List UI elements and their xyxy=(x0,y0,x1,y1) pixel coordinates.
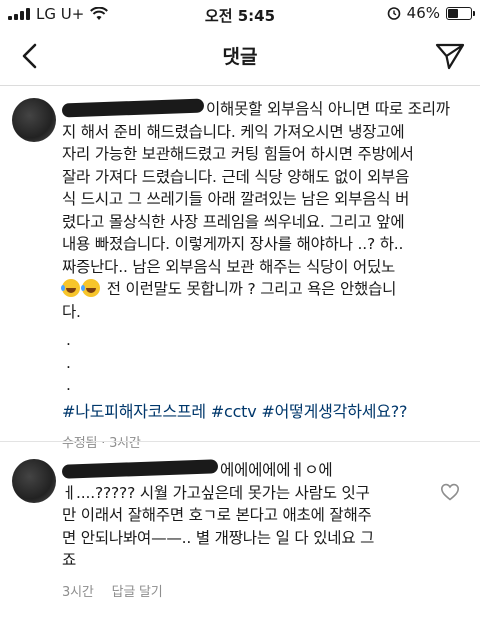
comment-line: 면 안되나봐여——.. 별 개짱나는 일 다 있네요 그 xyxy=(62,528,375,547)
avatar[interactable] xyxy=(12,98,56,142)
comment-line: 식 드시고 그 쓰레기들 아래 깔려있는 남은 외부음식 버 xyxy=(62,190,410,208)
comment-line: 자리 가능한 보관해드렸고 커팅 힘들어 하시면 주방에서 xyxy=(62,145,414,163)
comment-line: ㅔ....????? 시월 가고싶은데 못가는 사람도 잇구 xyxy=(62,483,370,502)
meta-separator: · xyxy=(101,436,110,451)
hashtags-link[interactable]: #나도피해자코스프레 #cctv #어떻게생각하세요?? xyxy=(62,401,462,424)
comment-line: 만 이래서 잘해주면 호ㄱ로 본다고 애초에 잘해주 xyxy=(62,506,372,524)
like-button[interactable] xyxy=(440,482,460,502)
heart-icon xyxy=(440,483,460,501)
battery-percent: 46% xyxy=(406,4,440,22)
comment-line: 내용 빠졌습니다. 이렇게까지 장사를 해야하나 ..? 하.. xyxy=(62,235,404,253)
dot-line: . xyxy=(66,376,71,394)
comment-line: 에에에에에ㅔㅇ에 xyxy=(220,461,333,479)
send-icon xyxy=(435,43,465,70)
comment-line: 렸다고 몰상식한 사장 프레임을 씌우네요. 그리고 앞에 xyxy=(62,212,405,231)
timestamp: 3시간 xyxy=(62,584,94,600)
dot-line: . xyxy=(66,331,71,349)
laughing-crying-emoji-icon xyxy=(61,279,80,297)
edited-label: 수정됨 xyxy=(62,436,98,451)
comment-meta: 수정됨 · 3시간 xyxy=(62,433,462,456)
comment-line-text: 전 이런말도 못합니까 ? 그리고 욕은 안했습니 xyxy=(106,280,397,298)
comment-line: 짜증난다.. 남은 외부음식 보관 해주는 식당이 어딨노 xyxy=(62,257,396,276)
comment-2: 에에에에에ㅔㅇ에 ㅔ....????? 시월 가고싶은데 못가는 사람도 잇구 … xyxy=(62,459,422,604)
comment-line: 이해못할 외부음식 아니면 따로 조리까 xyxy=(206,100,450,118)
alarm-icon xyxy=(387,7,400,20)
share-button[interactable] xyxy=(432,38,468,74)
avatar[interactable] xyxy=(12,459,56,503)
comment-meta: 3시간 답글 달기 xyxy=(62,582,422,605)
timestamp: 3시간 xyxy=(109,436,141,451)
comment-line: 전 이런말도 못합니까 ? 그리고 욕은 안했습니 xyxy=(61,278,462,301)
status-right: 46% xyxy=(387,4,475,22)
laughing-crying-emoji-icon xyxy=(81,279,100,297)
battery-icon xyxy=(446,6,475,20)
status-bar: LG U+ 오전 5:45 46% xyxy=(0,0,480,28)
comment-line: 잘라 가져다 드렸습니다. 근데 식당 양해도 없이 외부음 xyxy=(62,167,410,186)
dot-line: . xyxy=(66,353,71,372)
reply-button[interactable]: 답글 달기 xyxy=(112,582,163,605)
comment-1: 이해못할 외부음식 아니면 따로 조리까 지 해서 준비 해드렸습니다. 케익 … xyxy=(61,98,462,456)
comment-line: 지 해서 준비 해드렸습니다. 케익 가져오시면 냉장고에 xyxy=(62,122,405,141)
header: 댓글 xyxy=(0,28,480,86)
comment-line: 죠 xyxy=(62,551,77,569)
page-title: 댓글 xyxy=(222,46,258,68)
divider xyxy=(0,441,480,442)
comment-line: 다. xyxy=(62,302,81,321)
